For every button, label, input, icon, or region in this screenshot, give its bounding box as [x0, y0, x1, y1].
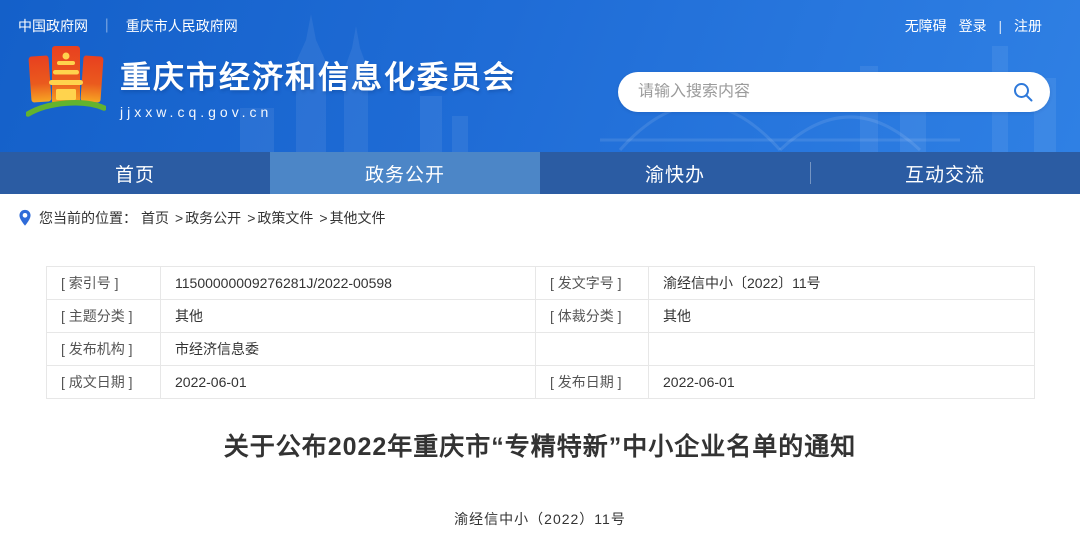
meta-value-index-no: 11500000009276281J/2022-00598	[161, 267, 536, 300]
breadcrumb-item-gov-info[interactable]: 政务公开	[185, 208, 241, 228]
search-input[interactable]	[638, 83, 1012, 101]
breadcrumb-separator: >	[319, 210, 327, 226]
table-row: [ 发布机构 ] 市经济信息委	[47, 333, 1035, 366]
link-chongqing-gov[interactable]: 重庆市人民政府网	[126, 18, 238, 34]
breadcrumb-label: 您当前的位置：	[39, 208, 137, 228]
accessibility-link[interactable]: 无障碍	[905, 18, 947, 34]
meta-value-written-date: 2022-06-01	[161, 366, 536, 399]
site-url: jjxxw.cq.gov.cn	[120, 104, 516, 120]
register-link[interactable]: 注册	[1014, 18, 1042, 34]
location-pin-icon	[18, 209, 32, 227]
meta-label-issuing-agency: [ 发布机构 ]	[47, 333, 161, 366]
site-identity: 重庆市经济和信息化委员会 jjxxw.cq.gov.cn	[120, 52, 516, 120]
meta-value-empty	[649, 333, 1035, 366]
meta-label-topic-category: [ 主题分类 ]	[47, 300, 161, 333]
meta-value-genre-category: 其他	[649, 300, 1035, 333]
table-row: [ 主题分类 ] 其他 [ 体裁分类 ] 其他	[47, 300, 1035, 333]
meta-label-empty	[536, 333, 649, 366]
meta-value-issuing-agency: 市经济信息委	[161, 333, 536, 366]
document-meta-table: [ 索引号 ] 11500000009276281J/2022-00598 [ …	[46, 266, 1035, 399]
site-title[interactable]: 重庆市经济和信息化委员会	[120, 52, 516, 97]
meta-label-genre-category: [ 体裁分类 ]	[536, 300, 649, 333]
meta-label-doc-symbol: [ 发文字号 ]	[536, 267, 649, 300]
login-link[interactable]: 登录	[959, 18, 987, 34]
main-nav: 首页 政务公开 渝快办 互动交流	[0, 152, 1080, 194]
breadcrumb: 您当前的位置： 首页 > 政务公开 > 政策文件 > 其他文件	[0, 194, 1080, 242]
breadcrumb-item-other-docs[interactable]: 其他文件	[330, 208, 386, 228]
breadcrumb-separator: >	[175, 210, 183, 226]
link-china-gov[interactable]: 中国政府网	[18, 18, 88, 34]
account-links: 无障碍 登录 | 注册	[905, 16, 1050, 36]
top-bar-divider: ｜	[100, 18, 114, 34]
nav-tab-gov-info[interactable]: 政务公开	[270, 152, 540, 194]
table-row: [ 成文日期 ] 2022-06-01 [ 发布日期 ] 2022-06-01	[47, 366, 1035, 399]
meta-label-written-date: [ 成文日期 ]	[47, 366, 161, 399]
breadcrumb-item-home[interactable]: 首页	[141, 208, 169, 228]
nav-tab-yukuaiban[interactable]: 渝快办	[540, 152, 810, 194]
meta-label-index-no: [ 索引号 ]	[47, 267, 161, 300]
site-header: 中国政府网 ｜ 重庆市人民政府网 无障碍 登录 | 注册	[0, 0, 1080, 152]
site-logo-icon[interactable]	[26, 44, 106, 128]
search-box	[618, 72, 1050, 112]
top-bar: 中国政府网 ｜ 重庆市人民政府网 无障碍 登录 | 注册	[0, 0, 1080, 36]
account-divider: |	[998, 18, 1002, 34]
search-icon[interactable]	[1012, 81, 1034, 103]
article-title: 关于公布2022年重庆市“专精特新”中小企业名单的通知	[0, 427, 1080, 463]
nav-tab-home[interactable]: 首页	[0, 152, 270, 194]
page: 中国政府网 ｜ 重庆市人民政府网 无障碍 登录 | 注册	[0, 0, 1080, 552]
breadcrumb-separator: >	[247, 210, 255, 226]
gov-links: 中国政府网 ｜ 重庆市人民政府网	[18, 16, 246, 36]
article-doc-number: 渝经信中小（2022）11号	[0, 509, 1080, 529]
table-row: [ 索引号 ] 11500000009276281J/2022-00598 [ …	[47, 267, 1035, 300]
meta-value-publish-date: 2022-06-01	[649, 366, 1035, 399]
meta-value-topic-category: 其他	[161, 300, 536, 333]
nav-tab-interaction[interactable]: 互动交流	[810, 152, 1080, 194]
meta-value-doc-symbol: 渝经信中小〔2022〕11号	[649, 267, 1035, 300]
meta-label-publish-date: [ 发布日期 ]	[536, 366, 649, 399]
breadcrumb-item-policy-docs[interactable]: 政策文件	[257, 208, 313, 228]
